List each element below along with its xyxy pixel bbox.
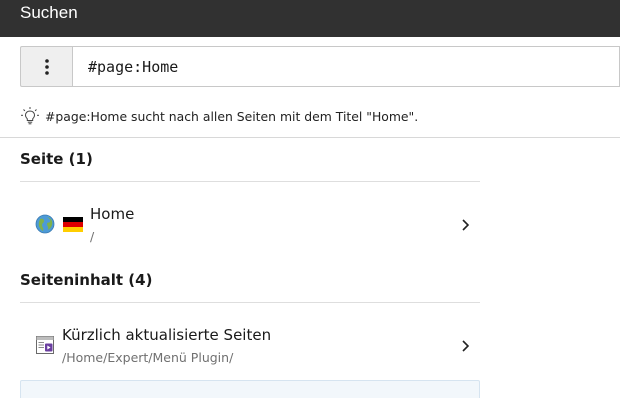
result-item-partial[interactable] (20, 380, 480, 398)
globe-icon (35, 214, 55, 234)
result-title: Home (90, 205, 135, 223)
chevron-right-icon (462, 219, 470, 231)
vertical-dots-icon (44, 58, 49, 75)
search-input[interactable] (72, 46, 620, 87)
search-bar (20, 46, 620, 87)
result-path: / (90, 229, 95, 244)
divider (0, 137, 620, 138)
result-item-recent-pages[interactable]: Kürzlich aktualisierte Seiten /Home/Expe… (20, 316, 480, 376)
section-title-content: Seiteninhalt (4) (20, 271, 153, 289)
search-hint: #page:Home sucht nach allen Seiten mit d… (20, 106, 418, 126)
result-path: /Home/Expert/Menü Plugin/ (62, 350, 234, 365)
german-flag-icon (63, 217, 83, 232)
result-title: Kürzlich aktualisierte Seiten (62, 326, 272, 344)
more-options-button[interactable] (20, 46, 72, 87)
content-plugin-icon (35, 335, 55, 355)
section-divider (20, 181, 480, 182)
app-header: Suchen (0, 0, 620, 37)
hint-text: #page:Home sucht nach allen Seiten mit d… (45, 108, 419, 124)
chevron-right-icon (462, 340, 470, 352)
section-title-page: Seite (1) (20, 150, 93, 168)
result-item-home[interactable]: Home / (20, 195, 480, 255)
section-divider (20, 302, 480, 303)
lightbulb-icon (20, 106, 40, 126)
header-title: Suchen (20, 3, 78, 22)
